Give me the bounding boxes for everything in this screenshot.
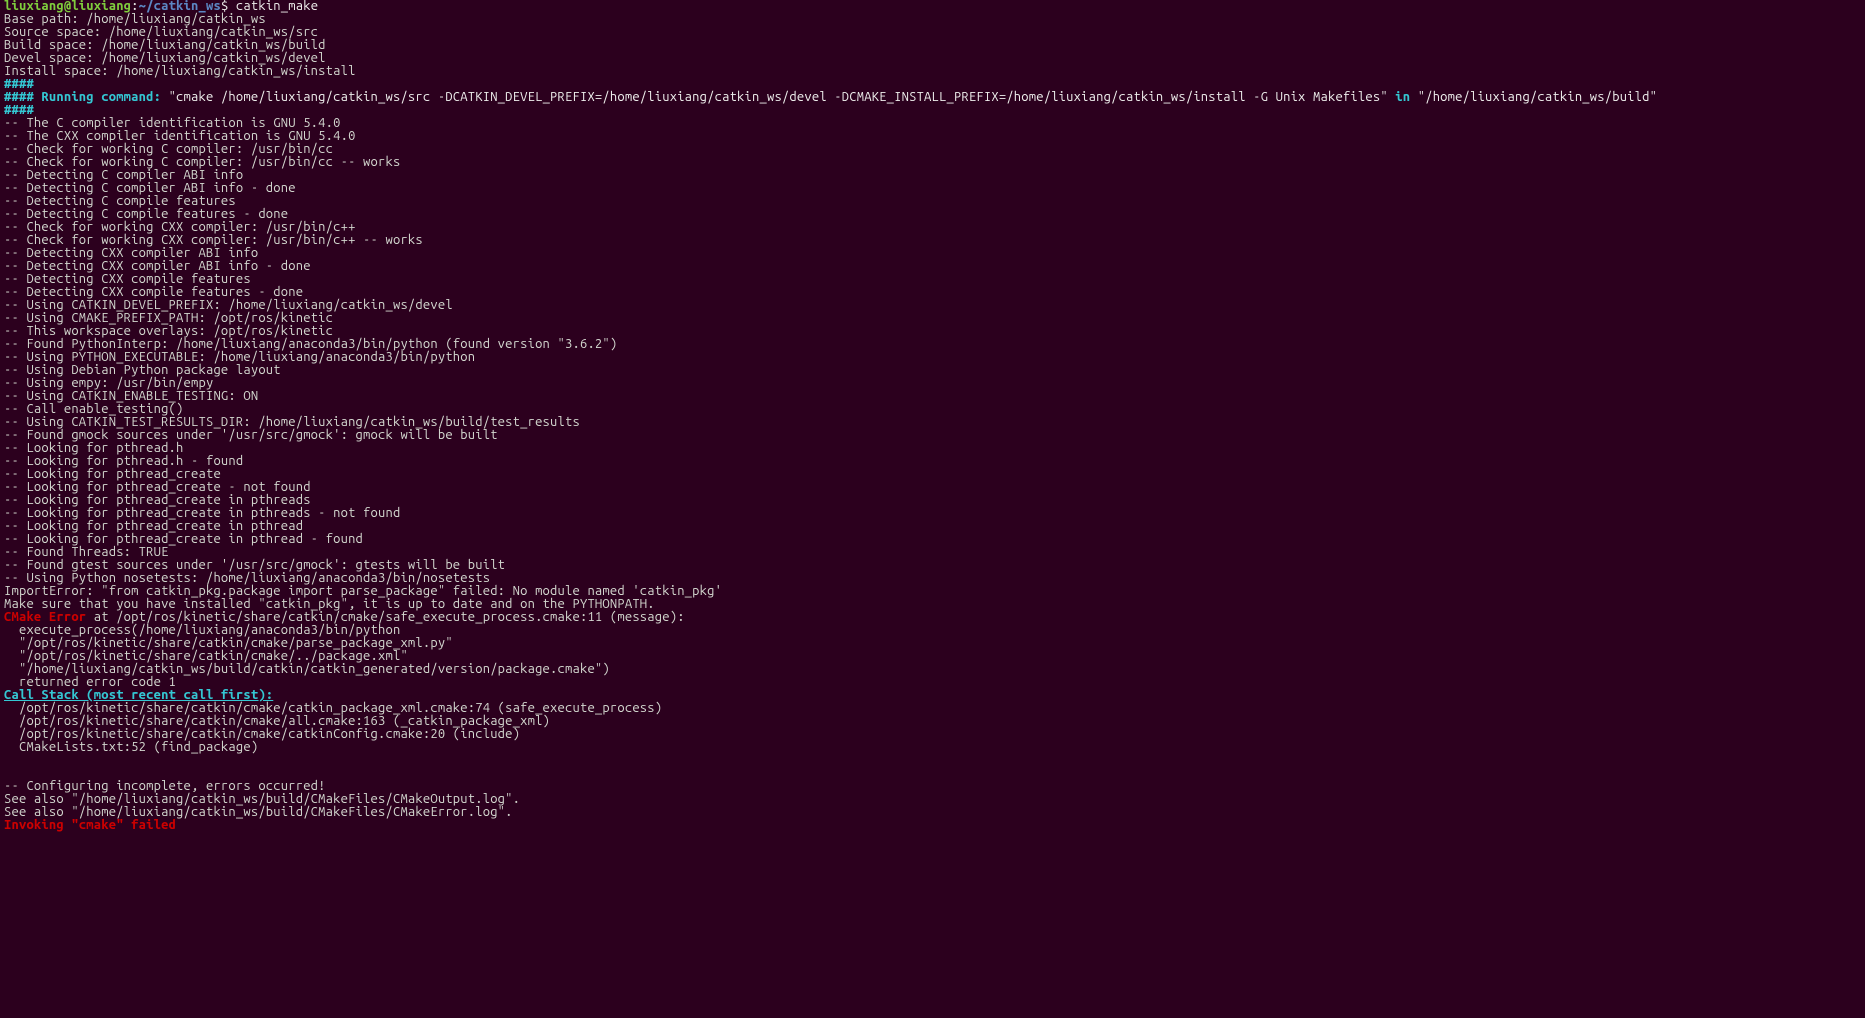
cmake-line: -- Found gmock sources under '/usr/src/g… [4,428,498,442]
cmake-line: -- Check for working CXX compiler: /usr/… [4,233,423,247]
cmake-line: -- The C compiler identification is GNU … [4,116,341,130]
cmake-line: -- Looking for pthread_create [4,467,221,481]
error-detail-line: "/home/liuxiang/catkin_ws/build/catkin/c… [4,662,610,676]
cmake-line: -- Looking for pthread_create in pthread… [4,532,363,546]
base-path-line: Base path: /home/liuxiang/catkin_ws [4,12,266,26]
install-space-line: Install space: /home/liuxiang/catkin_ws/… [4,64,356,78]
cmake-line: -- Call enable_testing() [4,402,184,416]
cmake-line: -- Detecting C compile features - done [4,207,288,221]
cmake-line: -- Using CMAKE_PREFIX_PATH: /opt/ros/kin… [4,311,333,325]
cmake-line: -- Detecting CXX compiler ABI info - don… [4,259,311,273]
cmake-error-detail: at /opt/ros/kinetic/share/catkin/cmake/s… [86,610,684,624]
cmake-line: -- Found Threads: TRUE [4,545,169,559]
cmake-line: -- Detecting CXX compile features - done [4,285,303,299]
invoking-cmd: "cmake" [71,818,123,832]
error-detail-line: execute_process(/home/liuxiang/anaconda3… [4,623,400,637]
invoking-suffix: failed [124,818,176,832]
make-sure-line: Make sure that you have installed "catki… [4,597,655,611]
running-command-in: in [1388,90,1418,104]
cmake-line: -- Check for working C compiler: /usr/bi… [4,155,400,169]
cmake-line: -- Detecting C compiler ABI info [4,168,243,182]
see-also-line: See also "/home/liuxiang/catkin_ws/build… [4,792,520,806]
cmake-line: -- Looking for pthread_create in pthread… [4,506,400,520]
cmake-line: -- Looking for pthread_create in pthread… [4,493,311,507]
devel-space-line: Devel space: /home/liuxiang/catkin_ws/de… [4,51,326,65]
call-stack-line: CMakeLists.txt:52 (find_package) [4,740,258,754]
call-stack-line: /opt/ros/kinetic/share/catkin/cmake/catk… [4,727,520,741]
cmake-line: -- Detecting C compile features [4,194,236,208]
cmake-line: -- Found gtest sources under '/usr/src/g… [4,558,505,572]
cmake-line: -- Using CATKIN_DEVEL_PREFIX: /home/liux… [4,298,453,312]
call-stack-header: Call Stack (most recent call first): [4,688,273,702]
running-command-prefix: #### Running command: [4,90,169,104]
cmake-error-label: CMake Error [4,610,86,624]
error-detail-line: "/opt/ros/kinetic/share/catkin/cmake/par… [4,636,453,650]
cmake-line: -- Looking for pthread_create - not foun… [4,480,311,494]
invoking-prefix: Invoking [4,818,71,832]
cmake-line: -- Detecting C compiler ABI info - done [4,181,296,195]
cmake-line: -- Check for working CXX compiler: /usr/… [4,220,356,234]
cmake-line: -- Using CATKIN_ENABLE_TESTING: ON [4,389,258,403]
hash-divider: #### [4,103,34,117]
terminal-output[interactable]: liuxiang@liuxiang:~/catkin_ws$ catkin_ma… [0,0,1865,832]
cmake-line: -- Looking for pthread.h [4,441,184,455]
cmake-line: -- This workspace overlays: /opt/ros/kin… [4,324,333,338]
cmake-line: -- Using Debian Python package layout [4,363,281,377]
build-space-line: Build space: /home/liuxiang/catkin_ws/bu… [4,38,326,52]
cmake-line: -- Found PythonInterp: /home/liuxiang/an… [4,337,617,351]
cmake-line: -- Using PYTHON_EXECUTABLE: /home/liuxia… [4,350,475,364]
error-detail-line: returned error code 1 [4,675,176,689]
cmake-line: -- Looking for pthread.h - found [4,454,243,468]
cmake-line: -- Check for working C compiler: /usr/bi… [4,142,333,156]
error-detail-line: "/opt/ros/kinetic/share/catkin/cmake/../… [4,649,408,663]
cmake-line: -- Using empy: /usr/bin/empy [4,376,213,390]
hash-divider: #### [4,77,34,91]
cmake-line: -- Looking for pthread_create in pthread [4,519,303,533]
cmake-line: -- Using CATKIN_TEST_RESULTS_DIR: /home/… [4,415,580,429]
cmake-line: -- Using Python nosetests: /home/liuxian… [4,571,490,585]
running-command-builddir: "/home/liuxiang/catkin_ws/build" [1418,90,1657,104]
configuring-incomplete-line: -- Configuring incomplete, errors occurr… [4,779,326,793]
call-stack-line: /opt/ros/kinetic/share/catkin/cmake/all.… [4,714,550,728]
running-command-cmd: "cmake /home/liuxiang/catkin_ws/src -DCA… [169,90,1388,104]
cmake-line: -- Detecting CXX compiler ABI info [4,246,258,260]
call-stack-line: /opt/ros/kinetic/share/catkin/cmake/catk… [4,701,662,715]
see-also-line: See also "/home/liuxiang/catkin_ws/build… [4,805,513,819]
source-space-line: Source space: /home/liuxiang/catkin_ws/s… [4,25,318,39]
cmake-line: -- The CXX compiler identification is GN… [4,129,356,143]
import-error-line: ImportError: "from catkin_pkg.package im… [4,584,722,598]
cmake-line: -- Detecting CXX compile features [4,272,251,286]
